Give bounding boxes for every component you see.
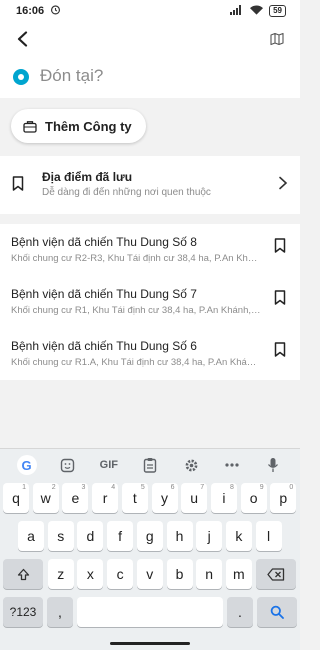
briefcase-icon [23,120,37,133]
key-v[interactable]: v [136,559,163,589]
bookmark-icon[interactable] [274,290,286,310]
map-icon [270,32,284,46]
backspace-icon [267,567,285,581]
key-y[interactable]: y6 [151,483,178,513]
bookmark-icon[interactable] [274,238,286,258]
back-button[interactable] [10,26,36,52]
comma-key[interactable]: , [47,597,73,627]
top-bar [0,22,300,56]
bookmark-icon[interactable] [274,342,286,362]
period-key[interactable]: . [227,597,253,627]
key-d[interactable]: d [77,521,104,551]
status-bar: 16:06 59 [0,0,300,22]
key-p[interactable]: p0 [270,483,297,513]
key-q[interactable]: q1 [3,483,29,513]
keyboard: G GIF q1 w2 e3 r4 t5 y6 u7 i8 o9 p0 a s [0,448,300,650]
key-h[interactable]: h [166,521,193,551]
key-a[interactable]: a [18,521,44,551]
wifi-icon [250,4,264,18]
key-i[interactable]: i8 [210,483,237,513]
result-address: Khối chung cư R1.A, Khu Tái định cư 38,4… [11,357,261,368]
chevron-right-icon [278,176,288,195]
gif-button[interactable]: GIF [97,453,121,477]
list-item[interactable]: Bệnh viện dã chiến Thu Dung Số 8 Khối ch… [0,224,300,276]
search-key[interactable] [257,597,297,627]
shortcut-area: Thêm Công ty [0,98,300,156]
key-row-4: ?123 , . [0,597,300,633]
pickup-location-icon [13,69,29,85]
bookmark-icon [12,176,24,196]
more-icon[interactable] [220,453,244,477]
search-icon [270,605,284,619]
key-w[interactable]: w2 [32,483,59,513]
key-f[interactable]: f [107,521,134,551]
key-m[interactable]: m [225,559,252,589]
google-icon[interactable]: G [15,453,39,477]
key-row-3: z x c v b n m [0,559,300,595]
list-item[interactable]: Bệnh viện dã chiến Thu Dung Số 7 Khối ch… [0,276,300,328]
clipboard-icon[interactable] [138,453,162,477]
key-j[interactable]: j [196,521,223,551]
key-g[interactable]: g [136,521,163,551]
search-results-list: Bệnh viện dã chiến Thu Dung Số 8 Khối ch… [0,224,300,380]
key-z[interactable]: z [47,559,74,589]
key-n[interactable]: n [196,559,223,589]
add-company-button[interactable]: Thêm Công ty [11,109,146,143]
result-title: Bệnh viện dã chiến Thu Dung Số 8 [11,235,197,249]
status-time: 16:06 [16,5,45,17]
saved-places-item[interactable]: Địa điểm đã lưu Dễ dàng đi đến những nơi… [0,156,300,214]
result-title: Bệnh viện dã chiến Thu Dung Số 6 [11,339,197,353]
key-e[interactable]: e3 [62,483,89,513]
key-o[interactable]: o9 [240,483,267,513]
symbols-key[interactable]: ?123 [3,597,43,627]
key-u[interactable]: u7 [181,483,208,513]
keyboard-toolbar: G GIF [0,449,300,481]
key-k[interactable]: k [225,521,252,551]
add-company-label: Thêm Công ty [45,118,132,134]
shift-key[interactable] [3,559,43,589]
key-x[interactable]: x [77,559,104,589]
backspace-key[interactable] [256,559,296,589]
result-address: Khối chung cư R1, Khu Tái định cư 38,4 h… [11,305,261,316]
key-s[interactable]: s [47,521,74,551]
mic-icon[interactable] [261,453,285,477]
saved-places-subtitle: Dễ dàng đi đến những nơi quen thuộc [42,187,211,198]
signal-icon [230,4,244,18]
key-r[interactable]: r4 [92,483,119,513]
shift-icon [17,568,29,580]
key-t[interactable]: t5 [121,483,148,513]
spacebar[interactable] [77,597,223,627]
home-indicator[interactable] [110,642,190,645]
result-address: Khối chung cư R2-R3, Khu Tái định cư 38,… [11,253,261,264]
alarm-icon [50,4,61,18]
map-button[interactable] [266,28,288,50]
settings-icon[interactable] [179,453,203,477]
key-row-2: a s d f g h j k l [0,521,300,557]
key-row-1: q1 w2 e3 r4 t5 y6 u7 i8 o9 p0 [0,483,300,519]
key-c[interactable]: c [107,559,134,589]
key-b[interactable]: b [166,559,193,589]
sticker-icon[interactable] [56,453,80,477]
key-l[interactable]: l [255,521,282,551]
back-arrow-icon [17,31,28,47]
list-item[interactable]: Bệnh viện dã chiến Thu Dung Số 6 Khối ch… [0,328,300,380]
pickup-input-placeholder: Đón tại? [40,66,104,85]
battery-indicator: 59 [269,5,286,17]
result-title: Bệnh viện dã chiến Thu Dung Số 7 [11,287,197,301]
saved-places-title: Địa điểm đã lưu [42,170,133,184]
pickup-field[interactable]: Đón tại? [0,56,300,98]
